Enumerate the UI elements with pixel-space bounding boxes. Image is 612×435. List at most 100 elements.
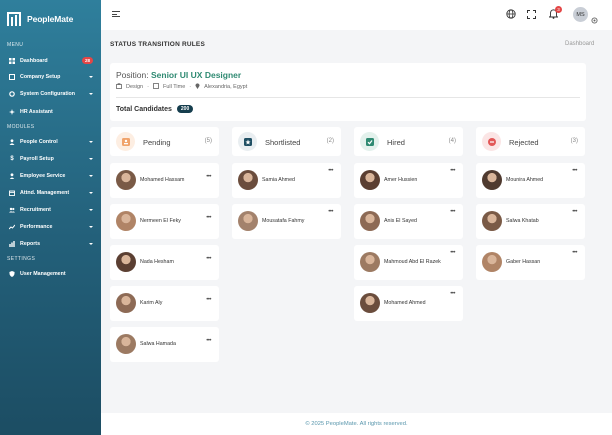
employment-type-icon (153, 83, 159, 91)
settings-section-label: SETTINGS (7, 256, 36, 262)
candidate-card[interactable]: Amer Hussien ••• (354, 163, 463, 198)
column-title: Pending (143, 138, 171, 147)
dollar-icon: $ (10, 155, 14, 162)
more-options-icon[interactable]: ••• (572, 250, 577, 256)
candidate-name: Gaber Hassan (506, 259, 541, 265)
sidebar-item-performance[interactable]: Performance (0, 219, 101, 234)
meta-separator: · (189, 84, 192, 90)
breadcrumb[interactable]: Dashboard (565, 41, 594, 47)
column-count: (5) (204, 138, 212, 144)
more-options-icon[interactable]: ••• (450, 209, 455, 215)
avatar (482, 170, 502, 190)
logo-icon (7, 12, 23, 26)
candidate-card[interactable]: Salwa Hamada ••• (110, 327, 219, 362)
sidebar-item-label: Performance (20, 223, 53, 230)
candidate-name: Anis El Sayed (384, 218, 417, 224)
candidate-card[interactable]: Samia Ahmed ••• (232, 163, 341, 198)
bar-chart-icon (9, 240, 15, 247)
more-options-icon[interactable]: ••• (206, 338, 211, 344)
more-options-icon[interactable]: ••• (206, 297, 211, 303)
avatar (116, 293, 136, 313)
candidate-name: Salwa Hamada (140, 341, 176, 347)
sidebar-item-payroll-setup[interactable]: $ Payroll Setup (0, 151, 101, 166)
job-summary-card: Position: Senior UI UX Designer Design ·… (110, 63, 586, 121)
column-title: Shortlisted (265, 138, 301, 147)
candidate-card[interactable]: Anis El Sayed ••• (354, 204, 463, 239)
more-options-icon[interactable]: ••• (206, 174, 211, 180)
meta-separator: · (147, 84, 149, 90)
column-header-pending[interactable]: Pending (5) (110, 127, 219, 156)
trend-icon (9, 224, 15, 230)
position-title: Senior UI UX Designer (150, 70, 242, 80)
menu-toggle-icon[interactable] (112, 11, 120, 17)
candidate-name: Amer Hussien (384, 177, 418, 183)
top-bar: 3 MS (101, 0, 612, 30)
avatar (116, 170, 136, 190)
rejected-icon (482, 132, 501, 151)
settings-gear-icon[interactable] (591, 11, 598, 24)
candidate-card[interactable]: Mahmoud Abd El Razek ••• (354, 245, 463, 280)
sidebar: PeopleMate MENU Dashboard 28 Company Set… (0, 0, 101, 435)
sidebar-item-reports[interactable]: Reports (0, 236, 101, 251)
fullscreen-icon[interactable] (525, 8, 537, 20)
sidebar-item-label: HR Assistant (20, 108, 53, 115)
page-title: STATUS TRANSITION RULES (110, 41, 205, 48)
column-title: Rejected (509, 138, 539, 147)
more-options-icon[interactable]: ••• (206, 215, 211, 221)
column-header-hired[interactable]: Hired (4) (354, 127, 463, 156)
sidebar-item-company-setup[interactable]: Company Setup (0, 69, 101, 84)
sidebar-item-people-control[interactable]: People Control (0, 134, 101, 149)
candidate-name: Mahmoud Abd El Razek (384, 259, 441, 265)
globe-icon[interactable] (505, 8, 517, 20)
column-header-rejected[interactable]: Rejected (3) (476, 127, 585, 156)
chevron-down-icon (89, 174, 93, 177)
pending-icon (116, 132, 135, 151)
column-header-shortlisted[interactable]: Shortlisted (2) (232, 127, 341, 156)
candidate-card[interactable]: Nermeen El Feky ••• (110, 204, 219, 239)
location-pin-icon (195, 83, 200, 91)
job-position: Position: Senior UI UX Designer (116, 70, 241, 80)
sidebar-item-label: Attnd. Management (20, 189, 70, 196)
chevron-down-icon (89, 242, 93, 245)
employment-type: Full Time (162, 84, 186, 90)
more-options-icon[interactable]: ••• (450, 168, 455, 174)
more-options-icon[interactable]: ••• (450, 250, 455, 256)
candidate-card[interactable]: Mounira Ahmed ••• (476, 163, 585, 198)
candidate-card[interactable]: Salwa Khatab ••• (476, 204, 585, 239)
sidebar-item-hr-assistant[interactable]: HR Assistant (0, 104, 101, 119)
candidate-name: Salwa Khatab (506, 218, 539, 224)
more-options-icon[interactable]: ••• (328, 209, 333, 215)
more-options-icon[interactable]: ••• (572, 209, 577, 215)
column-count: (3) (570, 138, 578, 144)
candidate-card[interactable]: Mohamed Hassam ••• (110, 163, 219, 198)
avatar (238, 170, 258, 190)
sidebar-item-recruitment[interactable]: Recruitment (0, 202, 101, 217)
more-options-icon[interactable]: ••• (206, 256, 211, 262)
chevron-down-icon (89, 191, 93, 194)
candidate-card[interactable]: Gaber Hassan ••• (476, 245, 585, 280)
sidebar-item-label: Payroll Setup (20, 155, 54, 162)
candidate-card[interactable]: Mousatafa Fahmy ••• (232, 204, 341, 239)
shortlisted-icon (238, 132, 257, 151)
sidebar-item-dashboard[interactable]: Dashboard 28 (0, 53, 101, 68)
avatar (360, 170, 380, 190)
app-logo[interactable]: PeopleMate (7, 12, 73, 26)
chevron-down-icon (89, 92, 93, 95)
candidate-card[interactable]: Karim Aly ••• (110, 286, 219, 321)
sidebar-item-label: User Management (20, 270, 66, 277)
dashboard-count-badge: 28 (81, 57, 93, 64)
sidebar-item-employee-service[interactable]: Employee Service (0, 168, 101, 183)
more-options-icon[interactable]: ••• (328, 168, 333, 174)
total-count-badge: 200 (176, 105, 194, 113)
column-title: Hired (387, 138, 405, 147)
candidate-card[interactable]: Mohamed Ahmed ••• (354, 286, 463, 321)
candidate-card[interactable]: Nada Hesham ••• (110, 245, 219, 280)
avatar (360, 211, 380, 231)
sidebar-item-user-management[interactable]: User Management (0, 266, 101, 281)
user-avatar[interactable]: MS (573, 7, 588, 22)
sidebar-item-label: Reports (20, 240, 41, 247)
sidebar-item-system-configuration[interactable]: System Configuration (0, 86, 101, 101)
more-options-icon[interactable]: ••• (572, 168, 577, 174)
sidebar-item-attendance-management[interactable]: Attnd. Management (0, 185, 101, 200)
more-options-icon[interactable]: ••• (450, 291, 455, 297)
